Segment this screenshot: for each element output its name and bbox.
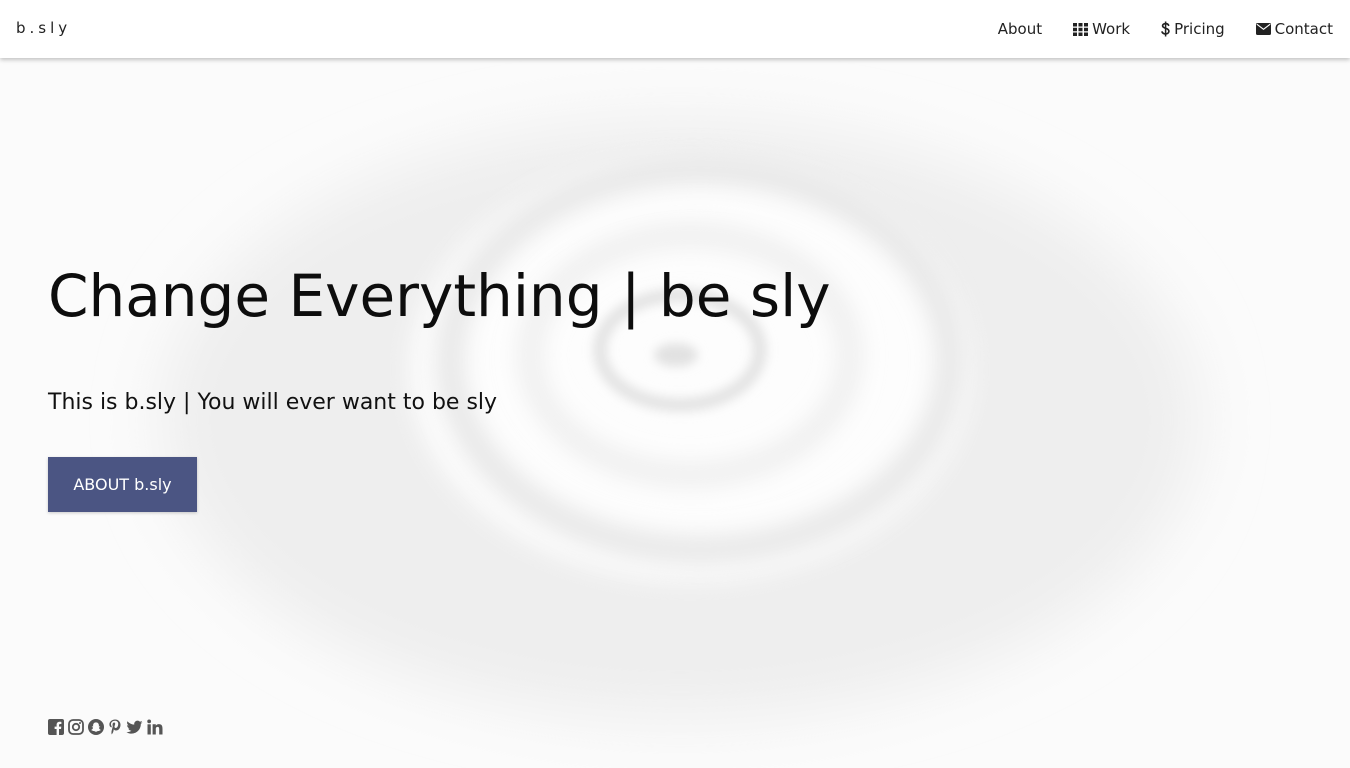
nav-item-label: Work — [1092, 20, 1131, 38]
nav-item-label: About — [997, 20, 1043, 38]
brand-logo[interactable]: b.sly — [16, 19, 71, 37]
nav-item-pricing[interactable]: Pricing — [1161, 20, 1225, 38]
dollar-icon — [1161, 21, 1170, 37]
social-links — [48, 719, 163, 735]
nav-item-label: Contact — [1274, 20, 1333, 38]
snapchat-icon[interactable] — [88, 719, 104, 735]
grid-icon — [1073, 22, 1089, 36]
nav-item-work[interactable]: Work — [1073, 20, 1130, 38]
top-navbar: b.sly About Work Pricing Contact — [0, 0, 1350, 58]
linkedin-icon[interactable] — [147, 719, 163, 735]
nav-item-label: Pricing — [1174, 20, 1225, 38]
facebook-icon[interactable] — [48, 719, 64, 735]
nav-item-about[interactable]: About — [998, 20, 1042, 38]
hero-title: Change Everything | be sly — [48, 262, 831, 330]
about-button[interactable]: ABOUT b.sly — [48, 457, 197, 512]
twitter-icon[interactable] — [126, 719, 143, 735]
envelope-icon — [1255, 23, 1271, 35]
pinterest-icon[interactable] — [108, 719, 122, 735]
nav-item-contact[interactable]: Contact — [1255, 20, 1333, 38]
hero-subtitle: This is b.sly | You will ever want to be… — [48, 390, 498, 415]
background-swirl-image — [0, 0, 1350, 768]
nav-links: About Work Pricing Contact — [998, 0, 1333, 58]
instagram-icon[interactable] — [68, 719, 84, 735]
page: b.sly About Work Pricing Contact Change … — [0, 0, 1350, 768]
